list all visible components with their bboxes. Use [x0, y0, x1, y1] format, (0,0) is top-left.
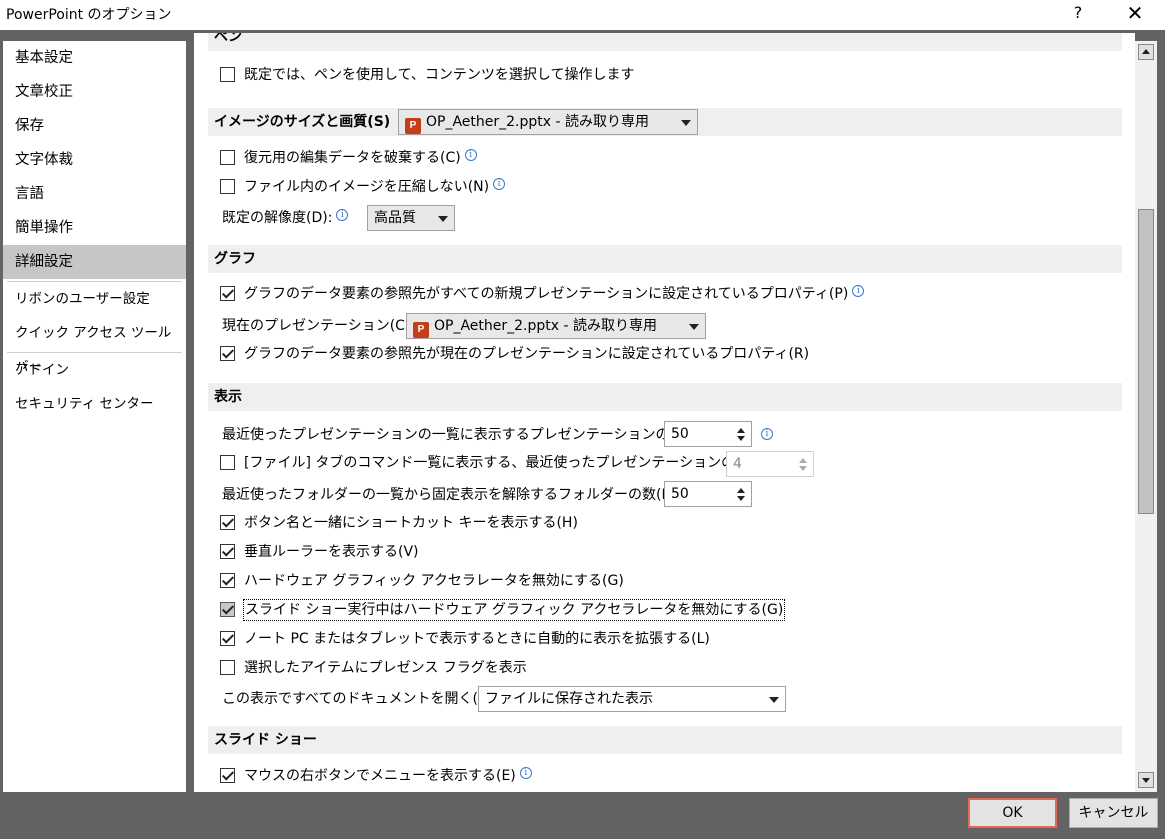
- current-presentation-label: 現在のプレゼンテーション(C):: [222, 318, 416, 334]
- presence-flags-checkbox[interactable]: [220, 660, 235, 675]
- sidebar-item-customize-ribbon[interactable]: リボンのユーザー設定: [3, 282, 186, 316]
- info-icon: i: [493, 178, 506, 190]
- pen-select-checkbox[interactable]: [220, 67, 235, 82]
- recent-presentations-label: 最近使ったプレゼンテーションの一覧に表示するプレゼンテーションの数(R):: [222, 427, 709, 443]
- default-resolution-value: 高品質: [374, 210, 416, 226]
- recent-presentations-value: 50: [671, 426, 689, 442]
- info-icon: i: [852, 285, 865, 297]
- info-icon: i: [761, 428, 773, 440]
- recent-folders-value: 50: [671, 486, 689, 502]
- discard-editing-data-text: 復元用の編集データを破棄する(C): [244, 150, 461, 166]
- title-bar: PowerPoint のオプション ? ✕: [0, 0, 1165, 30]
- sidebar-item-addins[interactable]: アドイン: [3, 353, 186, 387]
- default-resolution-dropdown[interactable]: 高品質: [367, 205, 455, 231]
- no-compress-checkbox[interactable]: [220, 179, 235, 194]
- chart-props-all-new-check[interactable]: [220, 286, 235, 301]
- recent-presentations-spinner[interactable]: 50: [664, 421, 752, 447]
- section-chart: グラフ: [208, 245, 1122, 273]
- cancel-button[interactable]: キャンセル: [1069, 798, 1158, 828]
- disable-hw-accel-label: ハードウェア グラフィック アクセラレータを無効にする(G): [244, 573, 624, 589]
- section-image-quality-title: イメージのサイズと画質(S): [214, 114, 391, 130]
- scroll-thumb[interactable]: [1138, 209, 1154, 514]
- slideshow-hw-accel-checkbox[interactable]: [220, 602, 235, 617]
- open-all-value: ファイルに保存された表示: [485, 691, 653, 707]
- sidebar-item-accessibility[interactable]: 簡単操作: [3, 211, 186, 245]
- sidebar-item-proofing[interactable]: 文章校正: [3, 75, 186, 109]
- recent-folders-label: 最近使ったフォルダーの一覧から固定表示を解除するフォルダーの数(F):: [222, 487, 680, 503]
- chart-props-current-label: グラフのデータ要素の参照先が現在のプレゼンテーションに設定されているプロパティ(…: [244, 346, 810, 362]
- spin-down-icon[interactable]: [799, 466, 807, 471]
- disable-hw-accel-checkbox[interactable]: [220, 573, 235, 588]
- no-compress-text: ファイル内のイメージを圧縮しない(N): [244, 179, 490, 195]
- window-title: PowerPoint のオプション: [6, 7, 172, 23]
- right-click-menu-label: マウスの右ボタンでメニューを表示する(E) i: [244, 766, 532, 786]
- chart-props-all-new-label: グラフのデータ要素の参照先がすべての新規プレゼンテーションに設定されているプロパ…: [244, 284, 865, 304]
- chart-props-current-checkbox[interactable]: [220, 346, 235, 361]
- section-slideshow: スライド ショー: [208, 726, 1122, 754]
- open-all-dropdown[interactable]: ファイルに保存された表示: [478, 686, 786, 712]
- recent-folders-spinner[interactable]: 50: [664, 481, 752, 507]
- help-button[interactable]: ?: [1068, 1, 1088, 27]
- chevron-down-icon: [689, 324, 699, 330]
- presence-flags-label: 選択したアイテムにプレゼンス フラグを表示: [244, 660, 527, 676]
- sidebar-item-general[interactable]: 基本設定: [3, 41, 186, 75]
- chart-props-all-new-text: グラフのデータ要素の参照先がすべての新規プレゼンテーションに設定されているプロパ…: [244, 286, 849, 302]
- chevron-down-icon: [681, 120, 691, 126]
- auto-zoom-label: ノート PC またはタブレットで表示するときに自動的に表示を拡張する(L): [244, 631, 710, 647]
- sidebar-item-save[interactable]: 保存: [3, 109, 186, 143]
- scroll-down-icon[interactable]: [1138, 772, 1154, 788]
- sidebar-item-advanced[interactable]: 詳細設定: [3, 245, 186, 279]
- file-tab-recent-label: [ファイル] タブのコマンド一覧に表示する、最近使ったプレゼンテーションの数(Q…: [244, 455, 776, 471]
- info-icon: i: [464, 149, 477, 161]
- image-quality-file-value: OP_Aether_2.pptx - 読み取り専用: [426, 114, 649, 130]
- discard-editing-data-label: 復元用の編集データを破棄する(C) i: [244, 148, 477, 168]
- powerpoint-file-icon: P: [405, 118, 421, 134]
- shortcut-keys-label: ボタン名と一緒にショートカット キーを表示する(H): [244, 515, 578, 531]
- file-tab-recent-checkbox[interactable]: [220, 455, 235, 470]
- file-tab-recent-value: 4: [733, 456, 742, 472]
- sidebar-item-language[interactable]: 言語: [3, 177, 186, 211]
- info-icon: i: [336, 209, 349, 221]
- section-pen: ペン: [208, 33, 1122, 51]
- section-display: 表示: [208, 383, 1122, 411]
- scroll-up-icon[interactable]: [1138, 44, 1154, 60]
- info-icon: i: [519, 767, 532, 779]
- slideshow-hw-accel-label: スライド ショー実行中はハードウェア グラフィック アクセラレータを無効にする(…: [242, 599, 786, 621]
- shortcut-keys-checkbox[interactable]: [220, 515, 235, 530]
- current-presentation-value: OP_Aether_2.pptx - 読み取り専用: [434, 318, 657, 334]
- sidebar: 基本設定 文章校正 保存 文字体裁 言語 簡単操作 詳細設定 リボンのユーザー設…: [3, 41, 186, 792]
- file-tab-recent-spinner[interactable]: 4: [726, 451, 814, 477]
- vertical-ruler-label: 垂直ルーラーを表示する(V): [244, 544, 419, 560]
- auto-zoom-checkbox[interactable]: [220, 631, 235, 646]
- spin-up-icon[interactable]: [737, 488, 745, 493]
- sidebar-item-quick-access-toolbar[interactable]: クイック アクセス ツール バー: [3, 316, 186, 375]
- spin-down-icon[interactable]: [737, 436, 745, 441]
- close-button[interactable]: ✕: [1120, 0, 1150, 28]
- default-resolution-text: 既定の解像度(D):: [222, 210, 333, 226]
- spin-up-icon[interactable]: [737, 428, 745, 433]
- right-click-menu-text: マウスの右ボタンでメニューを表示する(E): [244, 768, 516, 784]
- options-content: ペン 既定では、ペンを使用して、コンテンツを選択して操作します イメージのサイズ…: [194, 33, 1135, 792]
- sidebar-item-trust-center[interactable]: セキュリティ センター: [3, 387, 186, 421]
- sidebar-item-typography[interactable]: 文字体裁: [3, 143, 186, 177]
- spin-down-icon[interactable]: [737, 496, 745, 501]
- vertical-scrollbar[interactable]: [1135, 41, 1157, 792]
- right-click-menu-checkbox[interactable]: [220, 768, 235, 783]
- spin-up-icon[interactable]: [799, 458, 807, 463]
- image-quality-file-dropdown[interactable]: P OP_Aether_2.pptx - 読み取り専用: [398, 109, 698, 135]
- ok-button[interactable]: OK: [968, 798, 1057, 828]
- powerpoint-file-icon: P: [413, 322, 429, 338]
- no-compress-label: ファイル内のイメージを圧縮しない(N) i: [244, 177, 506, 197]
- default-resolution-label: 既定の解像度(D): i: [222, 208, 349, 228]
- chevron-down-icon: [769, 697, 779, 703]
- discard-editing-data-checkbox[interactable]: [220, 150, 235, 165]
- open-all-label: この表示ですべてのドキュメントを開く(O):: [222, 691, 500, 707]
- current-presentation-dropdown[interactable]: P OP_Aether_2.pptx - 読み取り専用: [406, 313, 706, 339]
- chevron-down-icon: [438, 216, 448, 222]
- vertical-ruler-checkbox[interactable]: [220, 544, 235, 559]
- pen-select-label: 既定では、ペンを使用して、コンテンツを選択して操作します: [244, 67, 635, 83]
